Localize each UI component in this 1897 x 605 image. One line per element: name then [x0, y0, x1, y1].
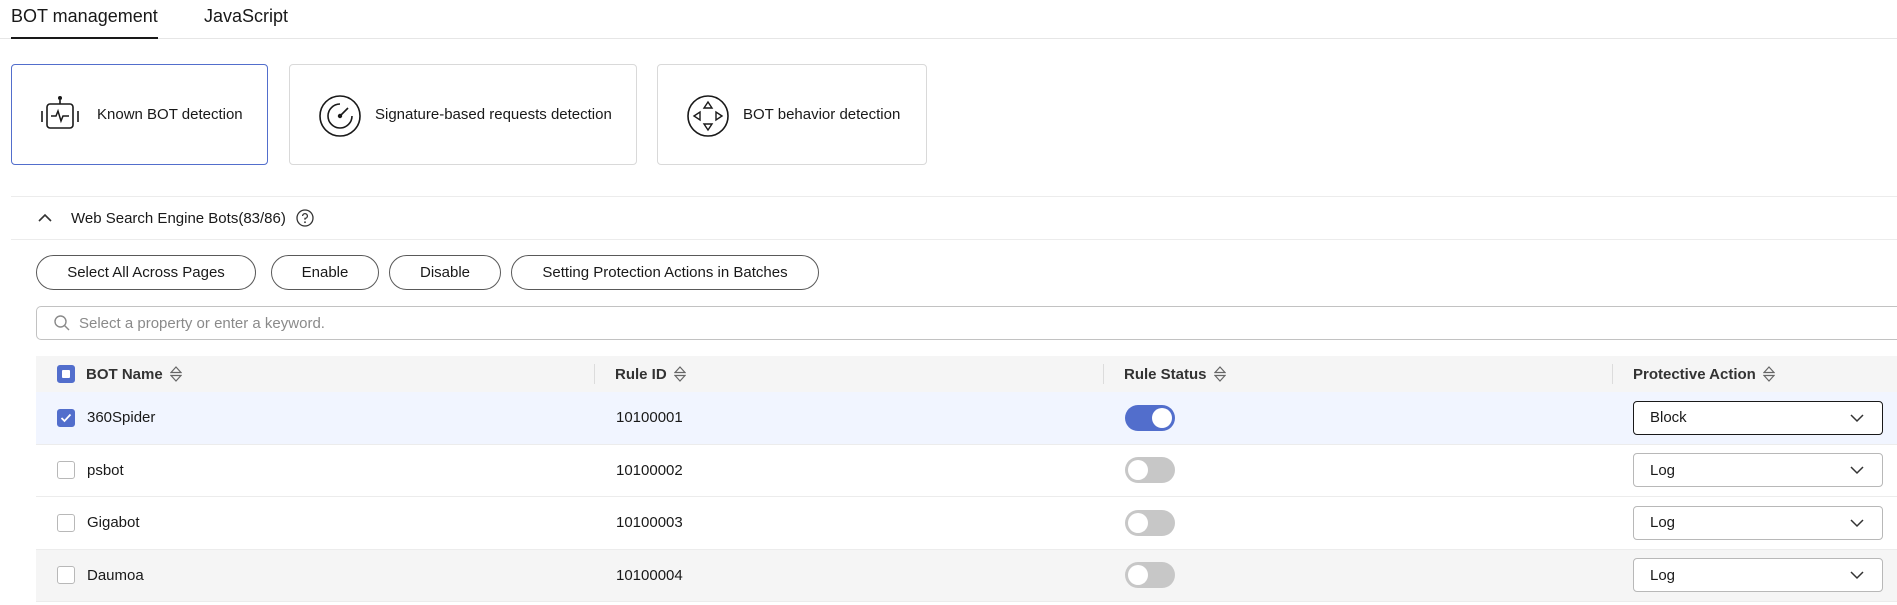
row-checkbox[interactable]: [57, 513, 75, 532]
rule-status-toggle[interactable]: [1125, 404, 1175, 431]
rule-status-toggle[interactable]: [1125, 509, 1175, 536]
section-title: Web Search Engine Bots(83/86): [71, 209, 286, 227]
protective-action-select[interactable]: Log: [1633, 505, 1883, 540]
column-bot-name[interactable]: BOT Name: [86, 356, 182, 392]
divider: [11, 239, 1897, 240]
sort-icon[interactable]: [1213, 366, 1226, 382]
bot-name: psbot: [87, 461, 124, 479]
table-row[interactable]: 360Spider 10100001 Block: [36, 392, 1897, 445]
tab-bar: BOT management JavaScript: [0, 0, 1897, 39]
search-input[interactable]: [79, 314, 1779, 332]
column-rule-id[interactable]: Rule ID: [615, 356, 686, 392]
help-icon[interactable]: [296, 209, 314, 227]
table-row[interactable]: Gigabot 10100003 Log: [36, 497, 1897, 550]
select-all-across-pages-button[interactable]: Select All Across Pages: [36, 255, 256, 290]
search-box: [36, 306, 1897, 340]
divider: [11, 196, 1897, 197]
select-all-checkbox-cell: [57, 356, 75, 392]
chevron-up-icon[interactable]: [36, 209, 54, 227]
row-checkbox[interactable]: [57, 461, 75, 480]
section-header: Web Search Engine Bots(83/86): [36, 206, 314, 230]
rule-id: 10100001: [616, 409, 683, 427]
rule-status-toggle[interactable]: [1125, 457, 1175, 484]
card-bot-behavior-detection[interactable]: BOT behavior detection: [657, 64, 927, 165]
rule-id: 10100002: [616, 461, 683, 479]
search-icon: [54, 315, 70, 331]
card-signature-detection[interactable]: Signature-based requests detection: [289, 64, 637, 165]
card-known-bot-detection[interactable]: Known BOT detection: [11, 64, 268, 165]
target-icon: [319, 95, 361, 137]
card-label: Signature-based requests detection: [375, 106, 612, 123]
rule-id: 10100003: [616, 514, 683, 532]
sort-icon[interactable]: [673, 366, 686, 382]
bot-rules-table: BOT Name Rule ID Rule Status Protective …: [36, 356, 1897, 602]
sort-icon[interactable]: [1762, 366, 1775, 382]
column-protective-action[interactable]: Protective Action: [1633, 356, 1775, 392]
select-all-checkbox[interactable]: [57, 365, 75, 383]
table-row[interactable]: Daumoa 10100004 Log: [36, 549, 1897, 602]
disable-button[interactable]: Disable: [389, 255, 501, 290]
bot-name: 360Spider: [87, 409, 156, 427]
chevron-down-icon: [1850, 466, 1864, 475]
robot-icon: [41, 96, 79, 129]
batch-protection-actions-button[interactable]: Setting Protection Actions in Batches: [511, 255, 819, 290]
enable-button[interactable]: Enable: [271, 255, 379, 290]
sort-icon[interactable]: [169, 366, 182, 382]
chevron-down-icon: [1850, 571, 1864, 580]
protective-action-select[interactable]: Log: [1633, 558, 1883, 593]
tab-bot-management[interactable]: BOT management: [11, 6, 158, 39]
card-label: Known BOT detection: [97, 106, 243, 123]
protective-action-select[interactable]: Log: [1633, 453, 1883, 488]
table-header: BOT Name Rule ID Rule Status Protective …: [36, 356, 1897, 392]
bot-name: Gigabot: [87, 514, 140, 532]
row-checkbox[interactable]: [57, 408, 75, 427]
tab-javascript[interactable]: JavaScript: [204, 6, 288, 26]
direction-pad-icon: [687, 95, 729, 137]
protective-action-select[interactable]: Block: [1633, 400, 1883, 435]
chevron-down-icon: [1850, 414, 1864, 422]
table-row[interactable]: psbot 10100002 Log: [36, 445, 1897, 497]
row-checkbox[interactable]: [57, 566, 75, 585]
rule-id: 10100004: [616, 566, 683, 584]
column-separator[interactable]: [594, 364, 595, 384]
rule-status-toggle[interactable]: [1125, 562, 1175, 589]
column-separator[interactable]: [1612, 364, 1613, 384]
column-separator[interactable]: [1103, 364, 1104, 384]
card-label: BOT behavior detection: [743, 106, 901, 123]
chevron-down-icon: [1850, 519, 1864, 527]
bot-name: Daumoa: [87, 566, 144, 584]
check-icon: [60, 413, 72, 423]
column-rule-status[interactable]: Rule Status: [1124, 356, 1226, 392]
